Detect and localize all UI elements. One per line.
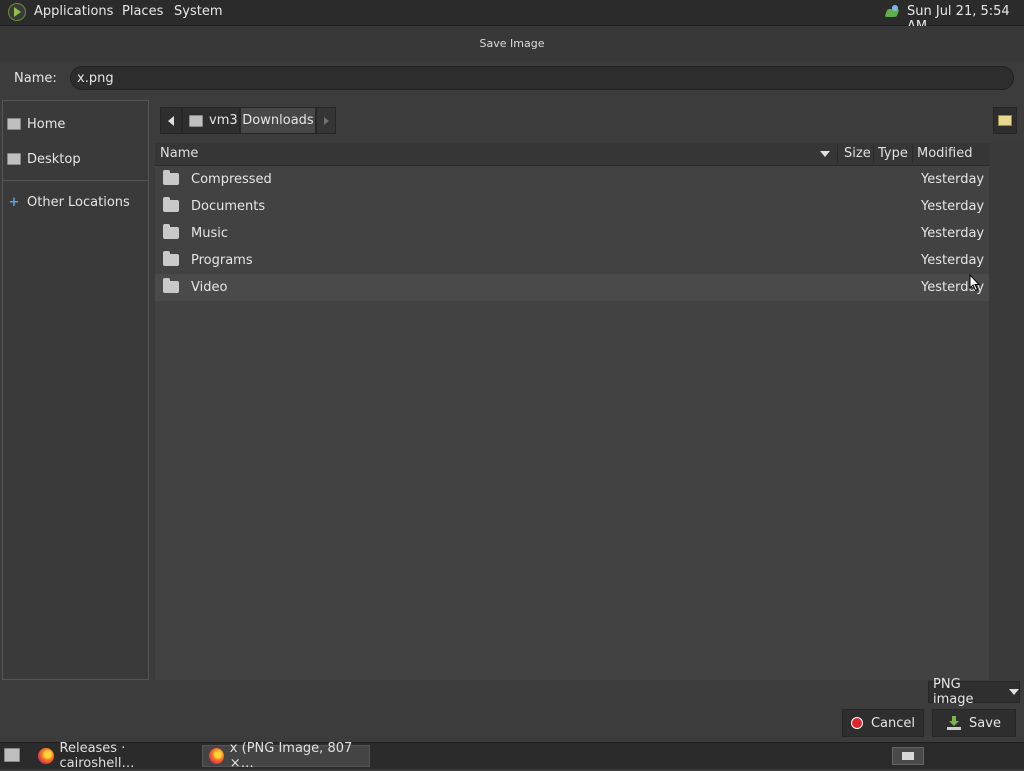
drive-icon xyxy=(7,118,21,130)
sidebar-divider xyxy=(3,180,148,181)
task-label: Releases · cairoshell… xyxy=(59,741,135,771)
sidebar-item-home[interactable]: Home xyxy=(7,113,145,135)
file-type-filter[interactable]: PNG image xyxy=(928,677,1020,707)
column-divider xyxy=(912,145,913,163)
filename-input[interactable] xyxy=(70,66,1014,90)
mouse-cursor-icon xyxy=(969,274,981,292)
sort-down-icon xyxy=(820,151,830,157)
plus-icon: + xyxy=(8,194,20,210)
chevron-right-icon xyxy=(323,116,329,125)
path-crumb-downloads[interactable]: Downloads xyxy=(240,107,316,134)
cancel-icon xyxy=(850,717,863,729)
column-header-name[interactable]: Name xyxy=(160,146,198,161)
folder-icon xyxy=(163,278,179,293)
file-name: Programs xyxy=(191,253,253,268)
sidebar-item-label: Other Locations xyxy=(27,194,130,210)
name-label: Name: xyxy=(14,71,57,86)
mint-menu-icon[interactable] xyxy=(8,3,26,21)
file-row-compressed[interactable]: Compressed Yesterday xyxy=(155,166,989,193)
path-crumb-vm3[interactable]: vm3 xyxy=(182,107,240,134)
show-desktop-icon[interactable] xyxy=(4,748,20,762)
path-crumb-label: Downloads xyxy=(242,113,314,128)
file-row-music[interactable]: Music Yesterday xyxy=(155,220,989,247)
menu-places[interactable]: Places xyxy=(122,4,163,19)
file-modified: Yesterday xyxy=(921,253,985,268)
sidebar-item-label: Home xyxy=(27,116,66,132)
filter-label: PNG image xyxy=(933,677,974,707)
drive-icon xyxy=(189,114,203,127)
taskbar: Releases · cairoshell… x (PNG Image, 807… xyxy=(0,741,1024,771)
column-header-modified[interactable]: Modified xyxy=(917,146,972,161)
places-sidebar: Home Desktop + Other Locations xyxy=(2,100,149,680)
create-folder-button[interactable] xyxy=(993,107,1017,134)
folder-icon xyxy=(163,251,179,266)
firefox-icon xyxy=(38,748,54,764)
dialog-titlebar: Save Image xyxy=(0,26,1024,62)
save-button[interactable]: Save xyxy=(932,709,1016,737)
sidebar-item-other-locations[interactable]: + Other Locations xyxy=(7,191,145,213)
menu-applications[interactable]: Applications xyxy=(34,4,113,19)
cancel-label: Cancel xyxy=(870,715,916,731)
folder-icon xyxy=(163,197,179,212)
path-bar: vm3 Downloads xyxy=(152,100,1024,143)
task-label: x (PNG Image, 807 ×… xyxy=(229,741,353,771)
file-name: Compressed xyxy=(191,172,272,187)
column-header-type[interactable]: Type xyxy=(878,146,908,161)
new-folder-icon xyxy=(998,115,1012,126)
file-name: Music xyxy=(191,226,228,241)
chevron-down-icon xyxy=(1009,689,1019,695)
path-crumb-label: vm3 xyxy=(209,113,238,128)
file-modified: Yesterday xyxy=(921,172,985,187)
drive-icon xyxy=(7,153,21,165)
dialog-title: Save Image xyxy=(479,37,545,50)
file-modified: Yesterday xyxy=(921,199,985,214)
path-back-button[interactable] xyxy=(160,107,182,134)
sidebar-item-desktop[interactable]: Desktop xyxy=(7,148,145,170)
task-png-image[interactable]: x (PNG Image, 807 ×… xyxy=(202,741,370,771)
menu-system[interactable]: System xyxy=(174,4,222,19)
list-side-area xyxy=(989,143,1024,680)
chevron-left-icon xyxy=(168,115,174,126)
folder-icon xyxy=(163,170,179,185)
network-icon[interactable] xyxy=(884,5,900,19)
folder-icon xyxy=(163,224,179,239)
download-icon xyxy=(947,716,962,730)
column-divider xyxy=(873,145,874,163)
path-forward-button[interactable] xyxy=(316,107,336,134)
file-list-header: Name Size Type Modified xyxy=(155,143,989,166)
file-list[interactable]: Name Size Type Modified Compressed Yeste… xyxy=(155,143,989,680)
file-row-video[interactable]: Video Yesterday xyxy=(155,274,989,301)
column-header-size[interactable]: Size xyxy=(844,146,871,161)
column-divider xyxy=(837,145,838,163)
task-releases-cairoshell[interactable]: Releases · cairoshell… xyxy=(32,741,200,771)
file-name: Documents xyxy=(191,199,266,214)
sidebar-item-label: Desktop xyxy=(27,151,81,167)
workspace-icon xyxy=(902,752,914,760)
workspace-switcher[interactable] xyxy=(892,747,924,765)
file-row-documents[interactable]: Documents Yesterday xyxy=(155,193,989,220)
file-modified: Yesterday xyxy=(921,226,985,241)
name-row: Name: xyxy=(0,62,1024,96)
cancel-button[interactable]: Cancel xyxy=(842,709,924,737)
file-row-programs[interactable]: Programs Yesterday xyxy=(155,247,989,274)
firefox-icon xyxy=(209,748,224,764)
file-name: Video xyxy=(191,280,228,295)
save-label: Save xyxy=(969,715,1001,731)
top-panel: Applications Places System Sun Jul 21, 5… xyxy=(0,0,1024,34)
